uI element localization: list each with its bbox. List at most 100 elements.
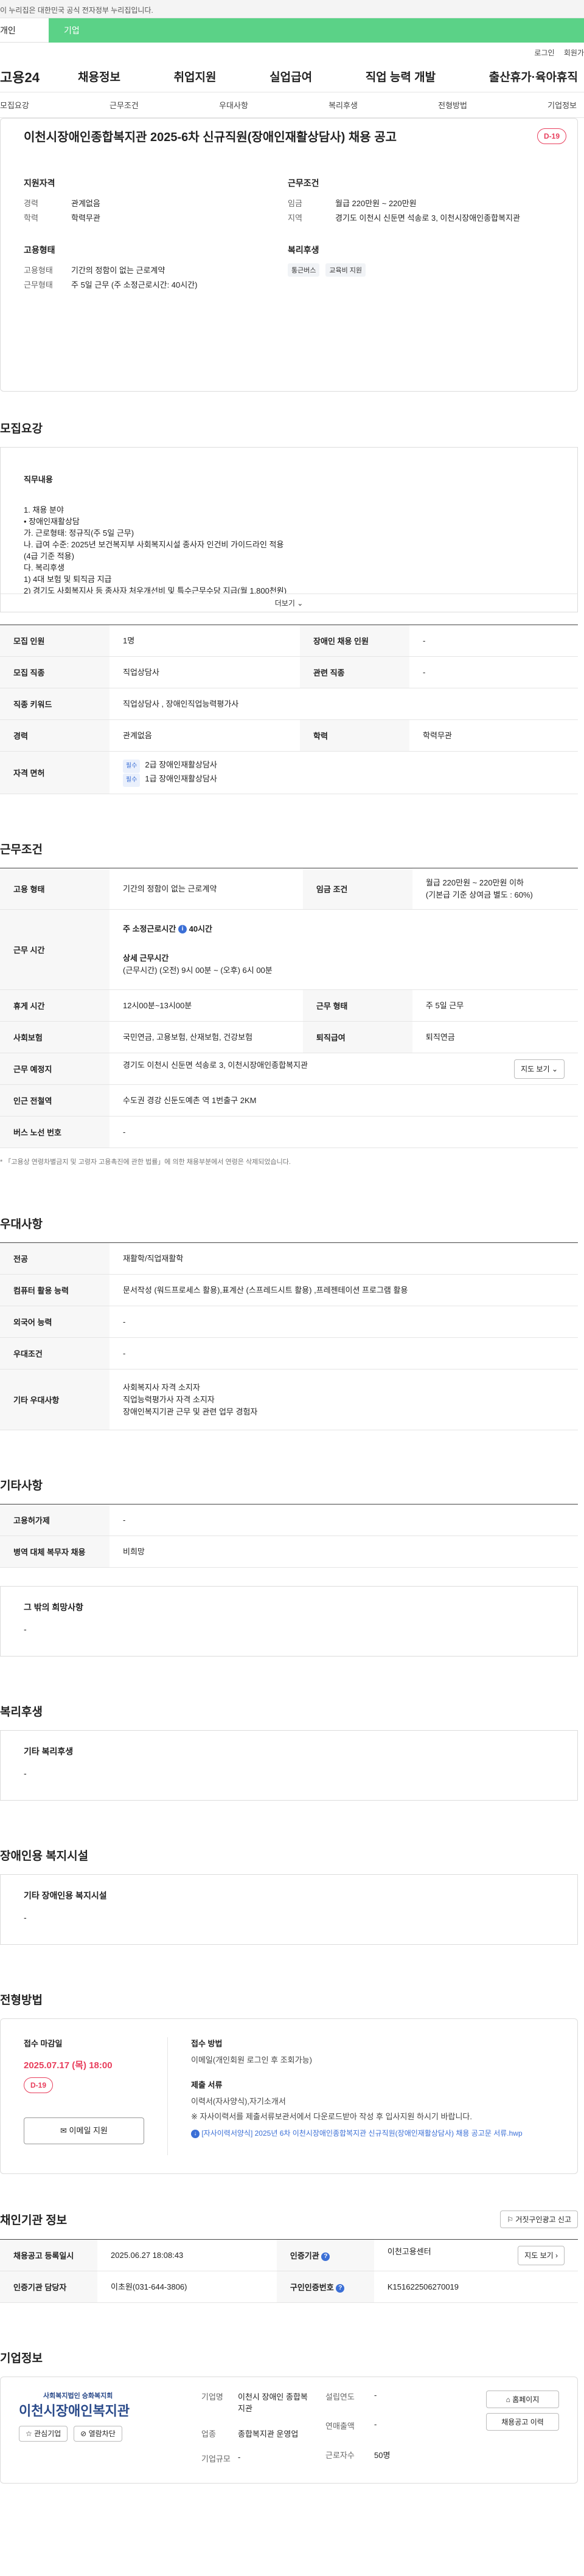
insurance-label: 사회보험 xyxy=(0,1021,109,1053)
tab-personal[interactable]: 개인 xyxy=(0,18,49,43)
site-logo[interactable]: 고용24 xyxy=(0,67,78,86)
gnb-unemployment[interactable]: 실업급여 xyxy=(269,68,312,85)
emp-count-value: 50명 xyxy=(374,2451,391,2460)
emp-label: 고용 형태 xyxy=(0,868,109,910)
apply-section-title: 전형방법 xyxy=(0,1994,43,2007)
company-box: 사회복지법인 승화복지회 이천시장애인복지관 ☆ 관심기업 ⊘ 열람차단 기업명… xyxy=(0,2377,578,2484)
welfare-chip: 통근버스 xyxy=(288,263,320,277)
info-icon[interactable]: ? xyxy=(336,2283,345,2293)
biz-label: 업종 xyxy=(201,2429,216,2439)
duty-title: 직무내용 xyxy=(24,475,53,484)
snb-recruit[interactable]: 모집요강 xyxy=(0,99,29,111)
worktype-value: 주 5일 근무 xyxy=(412,989,578,1022)
gnb-employment-support[interactable]: 취업지원 xyxy=(174,68,217,85)
info-icon[interactable]: ? xyxy=(321,2252,330,2261)
lang-value: - xyxy=(109,1306,578,1338)
map-button[interactable]: 지도 보기 ⌄ xyxy=(514,1059,565,1079)
homepage-label: 홈페이지 xyxy=(512,2395,540,2404)
gnb-jobs[interactable]: 채용정보 xyxy=(78,68,120,85)
reg-label: 채용공고 등록일시 xyxy=(0,2239,97,2271)
login-link[interactable]: 로그인 xyxy=(534,49,554,57)
num-label: 구인인증번호 xyxy=(290,2283,334,2292)
snb-conditions[interactable]: 근무조건 xyxy=(109,99,139,111)
job-label: 모집 직종 xyxy=(0,656,109,688)
snb-preference[interactable]: 우대사항 xyxy=(219,99,248,111)
job-value: 직업상담사 xyxy=(109,656,301,688)
report-ad-label: 거짓구인광고 신고 xyxy=(515,2215,571,2224)
gov-notice-bar: 이 누리집은 대한민국 공식 전자정부 누리집입니다. xyxy=(0,0,584,18)
org-label: 인증기관 xyxy=(290,2251,319,2260)
conditions-block: 근무조건 임금 월급 220만원 ~ 220만원 지역 경기도 이천시 신둔면 석송… xyxy=(288,177,566,226)
welfare-chip: 교육비 지원 xyxy=(325,263,366,277)
favorite-company-button[interactable]: ☆ 관심기업 xyxy=(19,2426,68,2442)
work-section-title: 근무조건 xyxy=(0,843,43,856)
required-tag: 필수 xyxy=(123,773,141,787)
gnb-training[interactable]: 직업 능력 개발 xyxy=(366,68,436,85)
more-button[interactable]: 더보기 ⌄ xyxy=(1,594,577,612)
snb-company[interactable]: 기업정보 xyxy=(548,99,577,111)
military-value: 비희망 xyxy=(109,1536,578,1568)
favorite-label: 관심기업 xyxy=(34,2429,61,2438)
info-icon[interactable]: i xyxy=(178,925,187,934)
region-label: 지역 xyxy=(288,213,302,223)
recruit-table: 모집 인원 1명 장애인 채용 인원 - 모집 직종 직업상담사 관련 직종 - 직종 키워… xyxy=(0,625,578,794)
method-value: 이메일(개인회원 로그인 후 조회가능) xyxy=(191,2055,312,2065)
more-label: 더보기 xyxy=(274,599,295,608)
career-label: 경력 xyxy=(0,719,109,752)
docs-value: 이력서(자사양식),자기소개서 xyxy=(191,2097,286,2106)
email-apply-button[interactable]: ✉ 이메일 지원 xyxy=(24,2117,144,2144)
util-links: 로그인 회원가 xyxy=(0,43,584,61)
pref-section-title: 우대사항 xyxy=(0,1218,43,1231)
recruit-section-title: 모집요강 xyxy=(0,423,43,435)
report-ad-button[interactable]: ⚐ 거짓구인광고 신고 xyxy=(500,2211,578,2228)
education-value: 학력무관 xyxy=(409,719,578,752)
duty-box: 직무내용 1. 채용 분야 • 장애인재활상담 가. 근로형태: 정규직(주 5… xyxy=(0,447,578,612)
education-label: 학력 xyxy=(300,719,410,752)
disab-box: 기타 장애인용 복지시설 - xyxy=(0,1874,578,1945)
disabled-count-label: 장애인 채용 인원 xyxy=(300,625,410,657)
agency-map-button[interactable]: 지도 보기 › xyxy=(518,2245,565,2265)
major-value: 재활학/직업재활학 xyxy=(109,1242,578,1275)
bus-label: 버스 노선 번호 xyxy=(0,1116,109,1148)
retire-value: 퇴직연금 xyxy=(412,1021,578,1053)
rest-label: 휴게 시간 xyxy=(0,989,109,1022)
gnb-parental-leave[interactable]: 출산휴가·육아휴직 xyxy=(489,68,578,85)
related-label: 관련 직종 xyxy=(300,656,410,688)
snb-apply[interactable]: 전형방법 xyxy=(438,99,467,111)
attachment-label: [자사이력서양식] 2025년 6차 이천시장애인종합복지관 신규직원(장애인재… xyxy=(201,2129,523,2138)
wage-label: 임금 조건 xyxy=(302,868,412,910)
worktype-label: 근무 형태 xyxy=(302,989,412,1022)
region-value: 경기도 이천시 신둔면 석송로 3, 이천시장애인종합복지관 xyxy=(335,213,520,223)
employment-title: 고용형태 xyxy=(24,245,55,255)
chevron-down-icon: ⌄ xyxy=(551,1064,558,1073)
required-tag: 필수 xyxy=(123,759,141,773)
education-value: 학력무관 xyxy=(71,213,100,223)
count-value: 1명 xyxy=(109,625,301,657)
bus-value: - xyxy=(109,1116,578,1148)
snb-welfare[interactable]: 복리후생 xyxy=(328,99,358,111)
company-section-title: 기업정보 xyxy=(0,2352,43,2365)
gov-notice: 이 누리집은 대한민국 공식 전자정부 누리집입니다. xyxy=(0,6,153,15)
block-company-button[interactable]: ⊘ 열람차단 xyxy=(74,2426,122,2442)
place-value: 경기도 이천시 신둔면 석송로 3, 이천시장애인종합복지관 xyxy=(123,1060,308,1070)
apply-box: 접수 마감일 2025.07.17 (목) 18:00 D-19 ✉ 이메일 지… xyxy=(0,2018,578,2174)
dday-badge: D-19 xyxy=(537,128,566,144)
mgr-label: 인증기관 담당자 xyxy=(0,2271,97,2303)
year-value: - xyxy=(374,2391,377,2400)
homepage-button[interactable]: ⌂ 홈페이지 xyxy=(486,2391,559,2408)
job-summary-card: 이천시장애인종합복지관 2025-6차 신규직원(장애인재활상담사) 채용 공고… xyxy=(0,118,578,392)
mgr-value: 이초원(031-644-3806) xyxy=(97,2271,277,2303)
allow-value: - xyxy=(109,1504,578,1536)
signup-link[interactable]: 회원가 xyxy=(564,49,584,57)
tab-company[interactable]: 기업 xyxy=(49,18,584,43)
detail-hours-value: (근무시간) (오전) 9시 00분 ~ (오후) 6시 00분 xyxy=(123,965,273,975)
welfare-section-title: 복리후생 xyxy=(0,1706,43,1719)
num-value: K151622506270019 xyxy=(374,2271,578,2303)
emp-count-label: 근로자수 xyxy=(325,2451,355,2460)
license-item: 2급 장애인재활상담사 xyxy=(145,760,217,769)
pref-table: 전공 재활학/직업재활학 컴퓨터 활용 능력 문서작성 (워드프로세스 활용),표계… xyxy=(0,1242,578,1430)
job-history-button[interactable]: 채용공고 이력 xyxy=(486,2413,559,2431)
related-value: - xyxy=(409,656,578,688)
etc-pref-label: 기타 우대사항 xyxy=(0,1369,109,1430)
attachment-link[interactable]: ↓ [자사이력서양식] 2025년 6차 이천시장애인종합복지관 신규직원(장애… xyxy=(191,2128,554,2138)
